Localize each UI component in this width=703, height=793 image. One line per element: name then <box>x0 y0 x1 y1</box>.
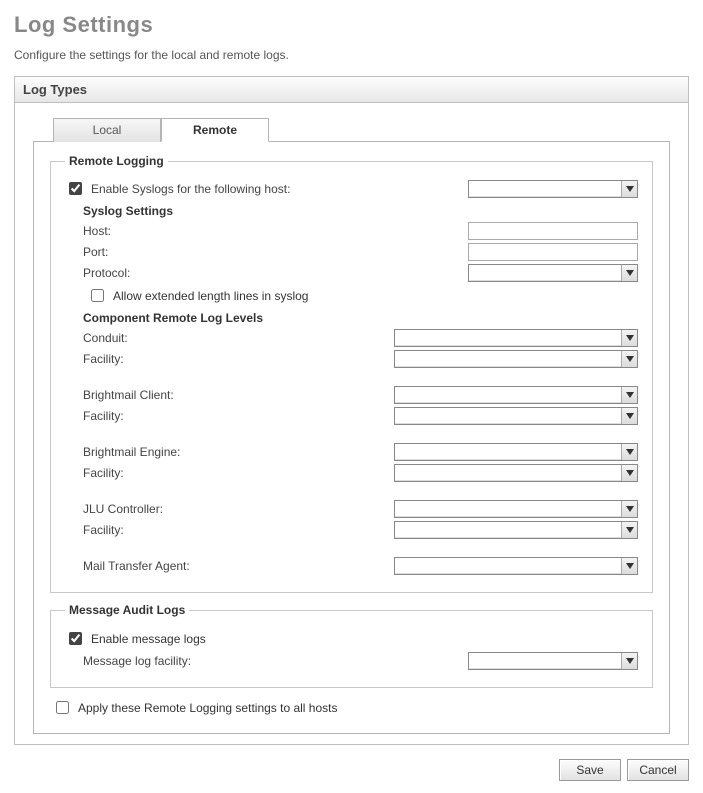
chevron-down-icon <box>621 522 637 538</box>
brightmail-client-facility-label: Facility: <box>83 409 343 423</box>
page-subtitle: Configure the settings for the local and… <box>14 48 689 62</box>
brightmail-engine-facility-label: Facility: <box>83 466 343 480</box>
cancel-button[interactable]: Cancel <box>627 759 689 781</box>
protocol-select[interactable] <box>468 264 638 282</box>
protocol-label: Protocol: <box>83 266 343 280</box>
message-audit-fieldset: Message Audit Logs Enable message logs M… <box>50 603 653 688</box>
conduit-facility-label: Facility: <box>83 352 343 366</box>
conduit-label: Conduit: <box>83 331 343 345</box>
brightmail-client-facility-select[interactable] <box>394 407 638 425</box>
enable-syslogs-checkbox[interactable] <box>69 182 82 195</box>
jlu-controller-label: JLU Controller: <box>83 502 343 516</box>
remote-logging-legend: Remote Logging <box>65 154 168 168</box>
conduit-facility-select[interactable] <box>394 350 638 368</box>
remote-logging-fieldset: Remote Logging Enable Syslogs for the fo… <box>50 154 653 593</box>
chevron-down-icon <box>621 181 637 197</box>
port-label: Port: <box>83 245 343 259</box>
tab-strip: Local Remote <box>53 118 670 142</box>
enable-syslogs-host-select[interactable] <box>468 180 638 198</box>
brightmail-engine-label: Brightmail Engine: <box>83 445 343 459</box>
enable-message-logs-label: Enable message logs <box>91 632 206 646</box>
component-levels-heading: Component Remote Log Levels <box>83 311 638 325</box>
conduit-select[interactable] <box>394 329 638 347</box>
chevron-down-icon <box>621 465 637 481</box>
chevron-down-icon <box>621 265 637 281</box>
jlu-controller-select[interactable] <box>394 500 638 518</box>
chevron-down-icon <box>621 387 637 403</box>
host-label: Host: <box>83 224 343 238</box>
tab-local[interactable]: Local <box>53 118 161 142</box>
chevron-down-icon <box>621 558 637 574</box>
chevron-down-icon <box>621 351 637 367</box>
chevron-down-icon <box>621 408 637 424</box>
enable-message-logs-checkbox[interactable] <box>69 632 82 645</box>
chevron-down-icon <box>621 444 637 460</box>
tab-content-remote: Remote Logging Enable Syslogs for the fo… <box>33 141 670 734</box>
chevron-down-icon <box>621 653 637 669</box>
footer-buttons: Save Cancel <box>14 759 689 781</box>
apply-all-hosts-label: Apply these Remote Logging settings to a… <box>78 701 338 715</box>
port-input[interactable] <box>468 243 638 261</box>
allow-extended-checkbox[interactable] <box>91 289 104 302</box>
save-button[interactable]: Save <box>559 759 621 781</box>
message-audit-legend: Message Audit Logs <box>65 603 189 617</box>
mta-select[interactable] <box>394 557 638 575</box>
brightmail-client-select[interactable] <box>394 386 638 404</box>
host-input[interactable] <box>468 222 638 240</box>
panel-header: Log Types <box>15 77 688 103</box>
page-title: Log Settings <box>14 12 689 38</box>
mta-label: Mail Transfer Agent: <box>83 559 343 573</box>
brightmail-client-label: Brightmail Client: <box>83 388 343 402</box>
jlu-facility-label: Facility: <box>83 523 343 537</box>
enable-syslogs-label: Enable Syslogs for the following host: <box>91 182 290 196</box>
syslog-settings-heading: Syslog Settings <box>83 204 638 218</box>
chevron-down-icon <box>621 501 637 517</box>
brightmail-engine-facility-select[interactable] <box>394 464 638 482</box>
apply-all-hosts-checkbox[interactable] <box>56 701 69 714</box>
message-log-facility-select[interactable] <box>468 652 638 670</box>
brightmail-engine-select[interactable] <box>394 443 638 461</box>
tab-remote[interactable]: Remote <box>161 118 269 142</box>
log-types-panel: Log Types Local Remote Remote Logging En… <box>14 76 689 745</box>
chevron-down-icon <box>621 330 637 346</box>
allow-extended-label: Allow extended length lines in syslog <box>113 289 308 303</box>
jlu-facility-select[interactable] <box>394 521 638 539</box>
message-log-facility-label: Message log facility: <box>83 654 365 668</box>
